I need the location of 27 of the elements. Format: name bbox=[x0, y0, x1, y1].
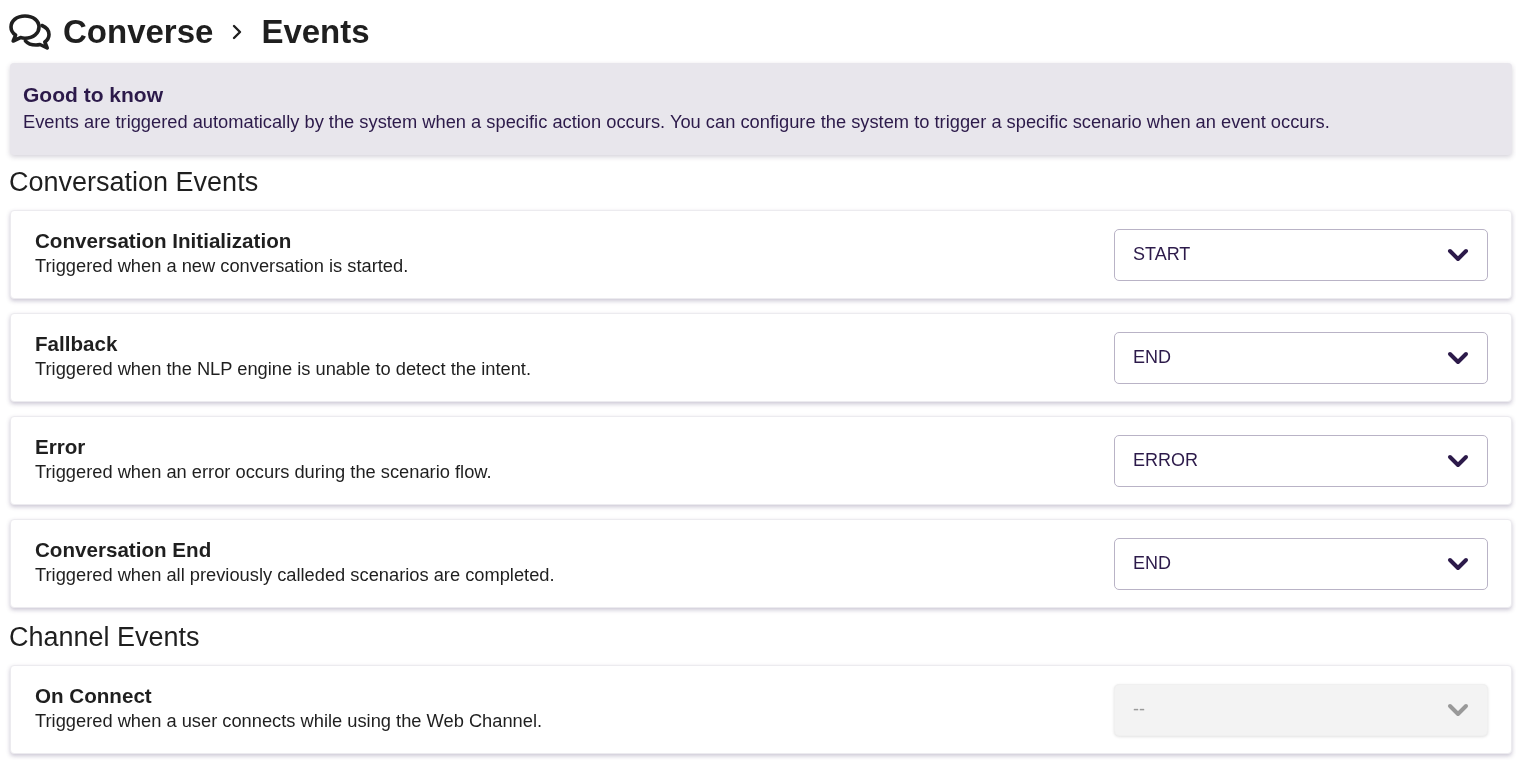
chevron-right-icon bbox=[232, 23, 243, 40]
event-name: Conversation Initialization bbox=[35, 228, 293, 253]
event-name: Fallback bbox=[35, 331, 119, 356]
event-description: Triggered when an error occurs during the scenario flow. bbox=[35, 459, 492, 483]
scenario-select[interactable]: END bbox=[1114, 331, 1488, 384]
scenario-select[interactable]: END bbox=[1114, 537, 1488, 590]
breadcrumb-link[interactable]: Converse bbox=[63, 11, 214, 52]
speech-bubbles-icon bbox=[9, 12, 51, 51]
scenario-select[interactable]: START bbox=[1114, 228, 1488, 281]
page-title: Events bbox=[261, 11, 370, 52]
event-name: Error bbox=[35, 434, 87, 459]
event-name: Conversation End bbox=[35, 537, 213, 562]
chevron-down-icon bbox=[1447, 702, 1469, 717]
chevron-down-icon bbox=[1447, 350, 1469, 365]
event-description: Triggered when a new conversation is started. bbox=[35, 253, 409, 277]
scenario-select[interactable]: ERROR bbox=[1114, 434, 1488, 487]
event-description: Triggered when the NLP engine is unable to detect the intent. bbox=[35, 356, 531, 380]
event-description: Triggered when all previously calleded scenarios are completed. bbox=[35, 562, 555, 586]
section-title: Conversation Events bbox=[9, 167, 260, 197]
event-description: Triggered when a user connects while using the Web Channel. bbox=[35, 708, 543, 732]
chevron-down-icon bbox=[1447, 247, 1469, 262]
chevron-down-icon bbox=[1447, 453, 1469, 468]
chevron-down-icon bbox=[1447, 556, 1469, 571]
info-text: Events are triggered automatically by the system when a specific action occurs. You can configure the system to trigger a specific scenario when an event occurs. bbox=[23, 110, 1331, 134]
info-title: Good to know bbox=[23, 82, 164, 108]
event-name: On Connect bbox=[35, 683, 153, 708]
section-title: Channel Events bbox=[9, 622, 201, 652]
